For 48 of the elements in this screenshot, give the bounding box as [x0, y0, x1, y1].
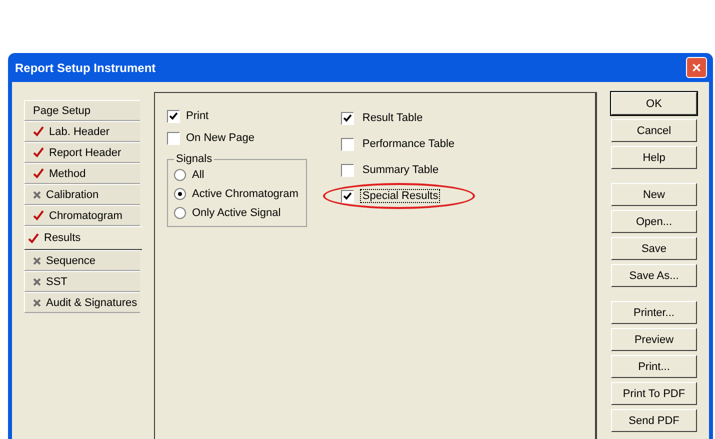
dialog-button[interactable]: Save	[611, 237, 697, 260]
checkbox[interactable]: On New Page	[167, 127, 308, 149]
tab[interactable]: Calibration	[24, 184, 140, 205]
checkmark-icon	[343, 192, 352, 200]
window-title: Report Setup Instrument	[15, 60, 156, 74]
radio-button[interactable]: Only Active Signal	[174, 203, 298, 222]
dialog-button[interactable]: Send PDF	[611, 409, 697, 432]
radio-circle[interactable]	[174, 168, 186, 180]
checkmark-icon	[33, 126, 44, 137]
close-button[interactable]: ✕	[686, 57, 707, 78]
checkbox[interactable]: Performance Table	[341, 133, 456, 155]
dialog-button[interactable]: Cancel	[611, 119, 697, 142]
dialog-button[interactable]: Help	[611, 146, 697, 169]
checkmark-icon	[33, 168, 44, 179]
dialog-button[interactable]: Printer...	[611, 301, 697, 324]
tab[interactable]: SST	[24, 271, 140, 292]
dialog-button[interactable]: New	[611, 183, 697, 206]
dialog-button[interactable]: Print...	[611, 355, 697, 378]
dialog-button[interactable]: Open...	[611, 210, 697, 233]
group-title: Signals	[175, 153, 214, 165]
tab[interactable]: Lab. Header	[24, 121, 140, 142]
radio-circle[interactable]	[174, 188, 186, 200]
tab[interactable]: Audit & Signatures	[24, 292, 140, 313]
checkbox[interactable]: Print	[167, 105, 308, 127]
tab[interactable]: Page Setup	[24, 100, 140, 121]
dialog-button[interactable]: Print To PDF	[611, 382, 697, 405]
checkmark-icon	[33, 210, 44, 221]
cross-icon	[33, 298, 41, 306]
cross-icon	[33, 256, 41, 264]
checkbox[interactable]: Summary Table	[341, 159, 456, 181]
radio-button[interactable]: Active Chromatogram	[174, 184, 298, 203]
tab[interactable]: Chromatogram	[24, 205, 140, 226]
dialog-button[interactable]: Save As...	[611, 264, 697, 287]
tab[interactable]: Results	[24, 226, 142, 250]
checkmark-icon	[33, 147, 44, 158]
dialog-button[interactable]: Preview	[611, 328, 697, 351]
cross-icon	[33, 278, 41, 286]
tab[interactable]: Sequence	[24, 250, 140, 271]
tab[interactable]: Method	[24, 163, 140, 184]
checkmark-icon	[343, 114, 352, 122]
checkmark-icon	[169, 112, 178, 120]
checkbox[interactable]: Result Table	[341, 107, 456, 129]
radio-circle[interactable]	[174, 206, 186, 218]
cross-icon	[33, 190, 41, 198]
tab[interactable]: Report Header	[24, 142, 140, 163]
dialog-button[interactable]: OK	[611, 92, 697, 115]
radio-button[interactable]: All	[174, 165, 298, 184]
checkmark-icon	[28, 232, 39, 244]
